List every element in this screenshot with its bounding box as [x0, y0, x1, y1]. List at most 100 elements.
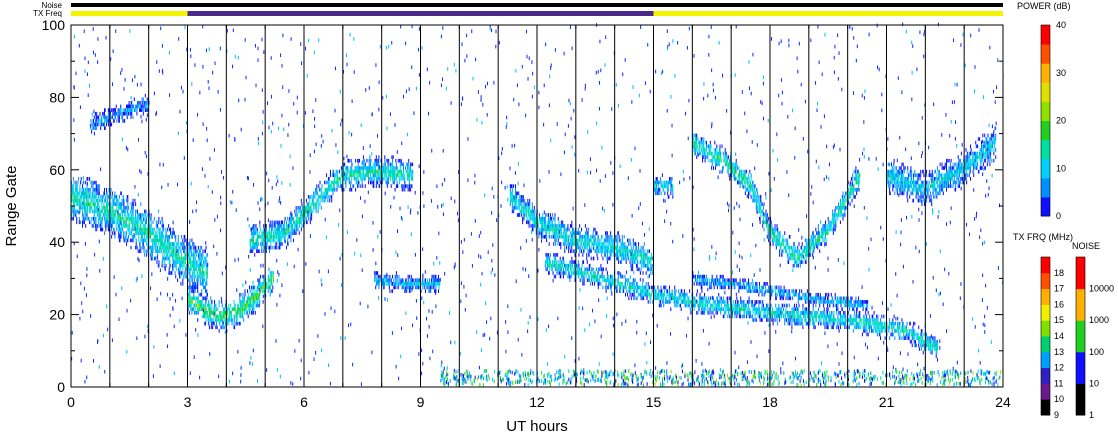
echo-cell	[78, 177, 80, 181]
echo-cell	[386, 158, 388, 163]
echo-cell	[249, 285, 251, 290]
echo-cell	[241, 296, 243, 301]
echo-cell	[568, 227, 570, 232]
echo-cell	[233, 300, 235, 304]
echo-cell	[701, 289, 703, 293]
echo-cell	[602, 285, 604, 290]
echo-cell	[115, 224, 117, 228]
echo-cell	[127, 195, 129, 199]
echo-cell	[255, 289, 257, 293]
echo-cell	[566, 245, 568, 250]
echo-cell	[107, 206, 109, 210]
echo-cell	[85, 209, 87, 214]
echo-cell	[193, 289, 195, 293]
echo-cell	[792, 314, 794, 319]
echo-cell	[542, 224, 544, 228]
echo-cell	[282, 220, 284, 225]
echo-cell	[616, 238, 618, 243]
echo-cell	[274, 235, 276, 239]
echo-cell	[377, 158, 379, 163]
echo-cell	[376, 274, 378, 279]
echo-cell	[738, 303, 740, 308]
echo-cell	[132, 213, 134, 217]
echo-cell	[94, 209, 96, 214]
echo-cell	[371, 180, 373, 185]
echo-cell	[89, 202, 91, 207]
echo-cell	[132, 198, 134, 203]
echo-cell	[403, 173, 405, 178]
echo-cell	[285, 235, 287, 239]
echo-cell	[269, 245, 271, 250]
echo-cell	[628, 256, 630, 261]
echo-cell	[548, 216, 550, 221]
echo-cell	[527, 213, 529, 217]
echo-cell	[425, 289, 427, 293]
echo-cell	[528, 209, 530, 214]
echo-cell	[79, 209, 81, 214]
echo-cell	[348, 177, 350, 181]
echo-cell	[259, 278, 261, 283]
echo-cell	[814, 318, 816, 322]
echo-cell	[145, 213, 147, 217]
echo-cell	[564, 227, 566, 232]
echo-cell	[170, 245, 172, 250]
echo-cell	[85, 198, 87, 203]
echo-cell	[635, 296, 637, 301]
echo-cell	[137, 245, 139, 250]
echo-cell	[593, 227, 595, 232]
echo-cell	[634, 260, 636, 264]
echo-cell	[511, 191, 513, 196]
echo-cell	[627, 238, 629, 243]
echo-cell	[314, 191, 316, 196]
echo-cell	[774, 314, 776, 319]
echo-cell	[80, 202, 82, 207]
echo-cell	[89, 220, 91, 225]
echo-cell	[338, 169, 340, 174]
echo-cell	[410, 169, 412, 174]
echo-cell	[131, 202, 133, 207]
echo-cell	[417, 282, 419, 286]
echo-cell	[638, 242, 640, 246]
echo-cell	[80, 206, 82, 210]
echo-cell	[233, 321, 235, 326]
echo-cell	[120, 227, 122, 232]
echo-cell	[720, 296, 722, 301]
echo-cell	[253, 307, 255, 312]
echo-cell	[353, 184, 355, 188]
echo-cell	[594, 235, 596, 239]
echo-cell	[202, 274, 204, 279]
echo-cell	[663, 289, 665, 293]
echo-cell	[511, 187, 513, 192]
echo-cell	[256, 227, 258, 232]
echo-cell	[170, 249, 172, 254]
echo-cell	[557, 224, 559, 228]
echo-cell	[260, 289, 262, 293]
echo-cell	[259, 292, 261, 297]
echo-cell	[351, 187, 353, 192]
echo-cell	[326, 180, 328, 185]
echo-cell	[407, 274, 409, 279]
echo-cell	[146, 253, 148, 257]
echo-cell	[184, 256, 186, 261]
echo-cell	[214, 311, 216, 315]
echo-cell	[157, 220, 159, 225]
echo-cell	[549, 235, 551, 239]
echo-cell	[398, 282, 400, 286]
echo-cell	[748, 300, 750, 304]
echo-cell	[356, 177, 358, 181]
echo-cell	[104, 195, 106, 199]
echo-cell	[201, 314, 203, 319]
echo-cell	[806, 311, 808, 315]
echo-cell	[647, 300, 649, 304]
echo-cell	[675, 289, 677, 293]
echo-cell	[162, 260, 164, 264]
echo-cell	[104, 216, 106, 221]
echo-cell	[253, 289, 255, 293]
echo-cell	[581, 245, 583, 250]
echo-cell	[597, 285, 599, 290]
echo-cell	[562, 267, 564, 272]
echo-cell	[300, 227, 302, 232]
echo-cell	[316, 191, 318, 196]
echo-cell	[318, 184, 320, 188]
echo-cell	[197, 307, 199, 312]
